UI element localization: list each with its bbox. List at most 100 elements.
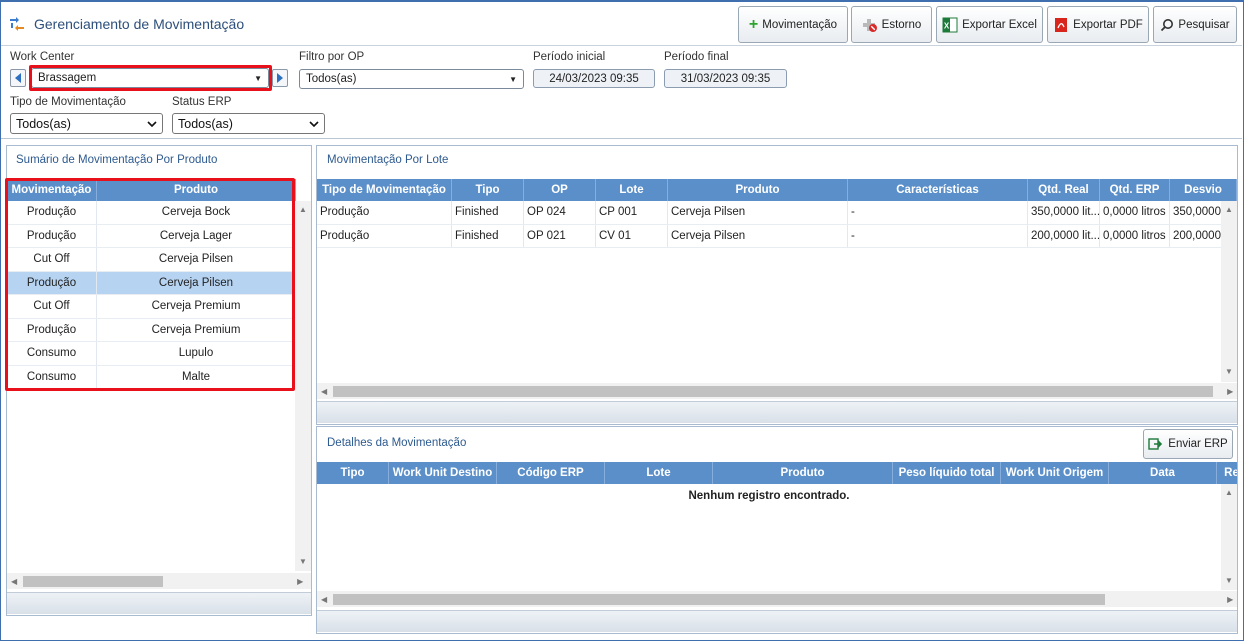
lote-hscroll[interactable]: ◀ ▶ — [317, 383, 1237, 399]
enviar-erp-button[interactable]: Enviar ERP — [1143, 429, 1233, 459]
scroll-up-icon[interactable]: ▲ — [1221, 205, 1237, 214]
periodo-final-field[interactable]: 31/03/2023 09:35 — [664, 69, 787, 88]
exportar-excel-label: Exportar Excel — [962, 18, 1037, 31]
page-title: Gerenciamento de Movimentação — [34, 16, 245, 32]
status-erp-select[interactable]: Todos(as) — [172, 113, 325, 134]
exportar-pdf-button[interactable]: Exportar PDF — [1047, 6, 1149, 43]
periodo-inicial-field[interactable]: 24/03/2023 09:35 — [533, 69, 655, 88]
scroll-right-icon[interactable]: ▶ — [1227, 595, 1233, 604]
detalhes-title: Detalhes da Movimentação — [327, 437, 467, 449]
detalhes-hscroll[interactable]: ◀ ▶ — [317, 591, 1237, 607]
lote-table: Tipo de Movimentação Tipo OP Lote Produto Car… — [317, 179, 1237, 248]
detalhes-col-header[interactable]: Data — [1109, 462, 1217, 484]
lote-col-header[interactable]: Produto — [668, 179, 848, 201]
lote-col-header[interactable]: Tipo — [452, 179, 524, 201]
lote-cell: Finished — [452, 201, 524, 224]
tipo-movimentacao-select[interactable]: Todos(as) — [10, 113, 163, 134]
lote-col-header[interactable]: Características — [848, 179, 1028, 201]
scroll-down-icon[interactable]: ▼ — [1221, 367, 1237, 376]
empty-message: Nenhum registro encontrado. — [688, 489, 850, 502]
lote-col-header[interactable]: Qtd. ERP — [1100, 179, 1170, 201]
exportar-excel-button[interactable]: X Exportar Excel — [936, 6, 1043, 43]
detalhes-col-header[interactable]: Lote — [605, 462, 713, 484]
detalhes-col-header[interactable]: Work Unit Destino — [389, 462, 497, 484]
tipo-movimentacao-value: Todos(as) — [16, 116, 71, 131]
work-center-label: Work Center — [10, 51, 75, 63]
lote-vscroll[interactable]: ▲ ▼ — [1221, 201, 1237, 382]
work-center-next-button[interactable] — [272, 69, 288, 87]
lote-cell: Cerveja Pilsen — [668, 201, 848, 224]
exportar-pdf-label: Exportar PDF — [1073, 18, 1143, 31]
lote-col-header[interactable]: OP — [524, 179, 596, 201]
estorno-label: Estorno — [881, 18, 922, 31]
lote-cell: Cerveja Pilsen — [668, 224, 848, 247]
lote-title: Movimentação Por Lote — [327, 154, 449, 166]
scroll-left-icon[interactable]: ◀ — [11, 577, 17, 586]
enviar-erp-label: Enviar ERP — [1168, 438, 1228, 450]
table-row[interactable]: Produção Finished OP 024 CP 001 Cerveja Pils… — [317, 201, 1237, 225]
filtro-op-value: Todos(as) — [306, 73, 357, 85]
detalhes-col-header[interactable]: Tipo — [317, 462, 389, 484]
lote-col-header[interactable]: Qtd. Real — [1028, 179, 1100, 201]
lote-cell: OP 021 — [524, 224, 596, 247]
summary-hscroll[interactable]: ◀ ▶ — [7, 573, 311, 589]
lote-rows: Produção Finished OP 024 CP 001 Cerveja Pils… — [317, 201, 1237, 248]
detalhes-vscroll[interactable]: ▲ ▼ — [1221, 484, 1237, 590]
lote-cell: Produção — [317, 224, 452, 247]
tipo-movimentacao-label: Tipo de Movimentação — [10, 96, 126, 108]
scroll-left-icon[interactable]: ◀ — [321, 387, 327, 396]
filtro-op-label: Filtro por OP — [299, 51, 365, 63]
detalhes-col-header[interactable]: Work Unit Origem — [1001, 462, 1109, 484]
detalhes-hscroll-thumb[interactable] — [333, 593, 1106, 605]
pdf-icon — [1055, 17, 1068, 32]
scroll-down-icon[interactable]: ▼ — [295, 557, 311, 566]
detalhes-col-header[interactable]: Código ERP — [497, 462, 605, 484]
lote-cell: 0,0000 litros — [1100, 201, 1170, 224]
scroll-right-icon[interactable]: ▶ — [1227, 387, 1233, 396]
lote-cell: - — [848, 201, 1028, 224]
filtro-op-select[interactable]: Todos(as) ▼ — [299, 69, 524, 89]
scroll-left-icon[interactable]: ◀ — [321, 595, 327, 604]
scroll-up-icon[interactable]: ▲ — [295, 205, 311, 214]
lote-header: Tipo de Movimentação Tipo OP Lote Produto Car… — [317, 179, 1237, 201]
table-row[interactable]: Produção Finished OP 021 CV 01 Cerveja Pilse… — [317, 224, 1237, 248]
summary-vscroll[interactable]: ▲ ▼ — [295, 201, 311, 571]
lote-hscroll-thumb[interactable] — [333, 385, 1214, 397]
work-center-prev-button[interactable] — [10, 69, 26, 87]
estorno-button[interactable]: Estorno — [851, 6, 932, 43]
arrow-right-icon — [277, 73, 283, 83]
lote-col-header[interactable]: Desvio — [1170, 179, 1237, 201]
search-icon — [1161, 18, 1174, 31]
excel-icon: X — [942, 17, 958, 32]
chevron-down-icon: ▼ — [509, 74, 517, 84]
lote-footer — [317, 401, 1237, 423]
summary-title: Sumário de Movimentação Por Produto — [16, 154, 218, 166]
send-icon — [1148, 438, 1163, 450]
lote-col-header[interactable]: Lote — [596, 179, 668, 201]
scroll-up-icon[interactable]: ▲ — [1221, 488, 1237, 497]
detalhes-col-header[interactable]: Peso líquido total — [893, 462, 1001, 484]
lote-cell: 350,0000 lit... — [1028, 201, 1100, 224]
scroll-right-icon[interactable]: ▶ — [297, 577, 303, 586]
lote-cell: - — [848, 224, 1028, 247]
periodo-inicial-label: Período inicial — [533, 51, 606, 63]
reverse-icon — [862, 18, 877, 32]
detalhes-col-header[interactable]: Re — [1217, 462, 1237, 484]
arrow-left-icon — [15, 73, 21, 83]
summary-highlight — [5, 178, 295, 391]
svg-text:X: X — [944, 21, 950, 30]
periodo-final-label: Período final — [664, 51, 729, 63]
lote-cell: Finished — [452, 224, 524, 247]
lote-cell: OP 024 — [524, 201, 596, 224]
lote-cell: 200,0000 lit... — [1028, 224, 1100, 247]
status-erp-value: Todos(as) — [178, 116, 233, 131]
detalhes-col-header[interactable]: Produto — [713, 462, 893, 484]
movimentacao-label: Movimentação — [762, 18, 838, 31]
detalhes-table: Tipo Work Unit Destino Código ERP Lote Produ… — [317, 462, 1237, 507]
summary-hscroll-thumb[interactable] — [23, 575, 164, 587]
plus-icon: + — [748, 15, 759, 33]
movimentacao-button[interactable]: + Movimentação — [738, 6, 848, 43]
scroll-down-icon[interactable]: ▼ — [1221, 576, 1237, 585]
pesquisar-button[interactable]: Pesquisar — [1153, 6, 1237, 43]
lote-col-header[interactable]: Tipo de Movimentação — [317, 179, 452, 201]
